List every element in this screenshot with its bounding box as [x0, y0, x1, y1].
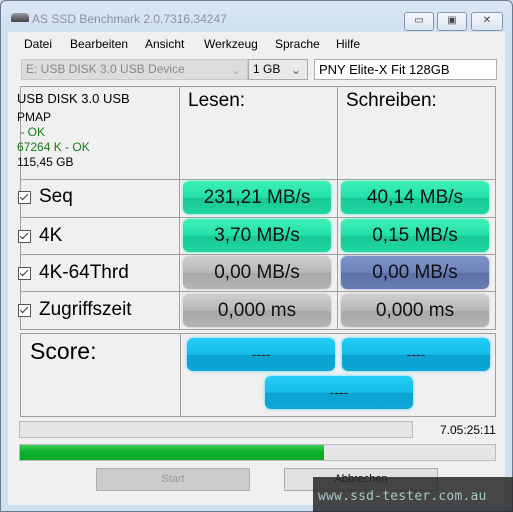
test-progress-bar: [19, 421, 413, 438]
device-select-value: E: USB DISK 3.0 USB Device: [26, 62, 185, 76]
row-label-text: 4K-64Thrd: [39, 262, 129, 283]
checkbox-icon[interactable]: [18, 266, 31, 280]
driver-status: - OK: [17, 125, 46, 139]
row-4k-label[interactable]: 4K: [18, 223, 62, 249]
drive-name-value: PNY Elite-X Fit 128GB: [319, 62, 450, 77]
title-bar: AS SSD Benchmark 2.0.7316.34247 ▭ ▣ ✕: [1, 1, 512, 31]
menu-bar: Datei Bearbeiten Ansicht Werkzeug Sprach…: [8, 32, 505, 54]
start-button[interactable]: Start: [96, 468, 250, 491]
score-total: ----: [265, 376, 413, 409]
close-button[interactable]: ✕: [471, 12, 503, 31]
score-label: Score:: [30, 338, 97, 364]
chevron-down-icon: ⌄: [230, 63, 241, 77]
menu-werkzeug[interactable]: Werkzeug: [204, 37, 258, 51]
score-write: ----: [342, 338, 490, 371]
menu-ansicht[interactable]: Ansicht: [145, 37, 184, 51]
window-title: AS SSD Benchmark 2.0.7316.34247: [32, 12, 227, 26]
divider: [180, 333, 181, 417]
device-model: USB DISK 3.0 USB: [17, 91, 130, 106]
4k-write-result: 0,15 MB/s: [341, 219, 489, 252]
device-driver: PMAP: [17, 110, 52, 124]
overall-progress-bar: [19, 444, 496, 461]
chevron-down-icon: ⌄: [290, 63, 301, 77]
divider: [20, 291, 496, 292]
watermark-text: www.ssd-tester.com.au: [318, 489, 487, 504]
size-select[interactable]: 1 GB ⌄: [248, 59, 308, 80]
divider: [337, 86, 338, 330]
minimize-icon: ▭: [414, 15, 424, 26]
drive-name-input[interactable]: PNY Elite-X Fit 128GB: [314, 59, 497, 80]
divider: [20, 254, 496, 255]
progress-fill: [20, 445, 324, 460]
4k-read-result: 3,70 MB/s: [183, 219, 331, 252]
seq-read-result: 231,21 MB/s: [183, 181, 331, 214]
read-header: Lesen:: [188, 90, 246, 111]
access-read-result: 0,000 ms: [183, 294, 331, 327]
write-header: Schreiben:: [346, 90, 437, 111]
watermark: www.ssd-tester.com.au: [313, 477, 513, 512]
maximize-icon: ▣: [447, 15, 457, 26]
checkbox-icon[interactable]: [18, 303, 31, 317]
access-write-result: 0,000 ms: [341, 294, 489, 327]
divider: [20, 179, 496, 180]
elapsed-time: 7.05:25:11: [440, 423, 496, 437]
row-label-text: Seq: [39, 186, 73, 207]
row-label-text: Zugriffszeit: [39, 299, 132, 320]
row-label-text: 4K: [39, 225, 63, 246]
maximize-button[interactable]: ▣: [437, 12, 467, 31]
seq-write-result: 40,14 MB/s: [341, 181, 489, 214]
4k64-read-result: 0,00 MB/s: [183, 256, 331, 289]
menu-bearbeiten[interactable]: Bearbeiten: [70, 37, 128, 51]
row-4k64-label[interactable]: 4K-64Thrd: [18, 260, 129, 286]
checkbox-icon[interactable]: [18, 190, 31, 204]
device-capacity: 115,45 GB: [17, 155, 74, 169]
4k64-write-result: 0,00 MB/s: [341, 256, 489, 289]
divider: [20, 217, 496, 218]
alignment-status: 67264 K - OK: [17, 140, 90, 154]
row-seq-label[interactable]: Seq: [18, 184, 73, 210]
menu-hilfe[interactable]: Hilfe: [336, 37, 360, 51]
menu-sprache[interactable]: Sprache: [275, 37, 320, 51]
minimize-button[interactable]: ▭: [404, 12, 434, 31]
device-select[interactable]: E: USB DISK 3.0 USB Device ⌄: [21, 59, 248, 80]
checkbox-icon[interactable]: [18, 229, 31, 243]
drive-icon: [11, 13, 29, 22]
close-icon: ✕: [482, 15, 492, 26]
divider: [179, 86, 180, 330]
device-info: USB DISK 3.0 USB PMAP - OK 67264 K - OK …: [17, 91, 130, 170]
size-select-value: 1 GB: [253, 62, 281, 76]
row-access-label[interactable]: Zugriffszeit: [18, 297, 132, 323]
score-read: ----: [187, 338, 335, 371]
menu-datei[interactable]: Datei: [24, 37, 52, 51]
